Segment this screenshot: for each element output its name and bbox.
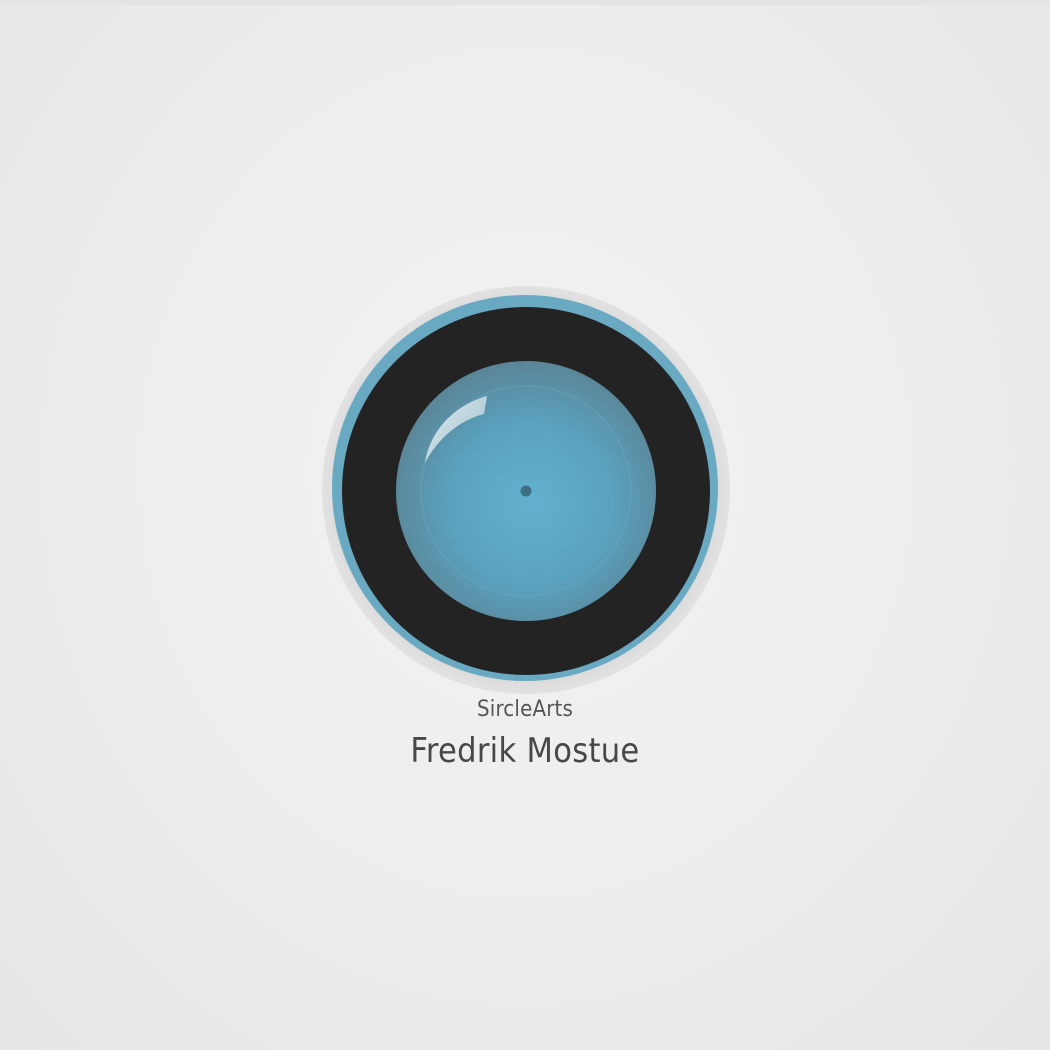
brand-subtitle: SircleArts: [476, 697, 573, 722]
top-edge-divider: [0, 0, 1050, 5]
logo: [300, 270, 760, 710]
camera-lens-icon: [322, 286, 730, 694]
lens-pupil: [520, 485, 532, 497]
brand-name: Fredrik Mostue: [410, 731, 640, 771]
